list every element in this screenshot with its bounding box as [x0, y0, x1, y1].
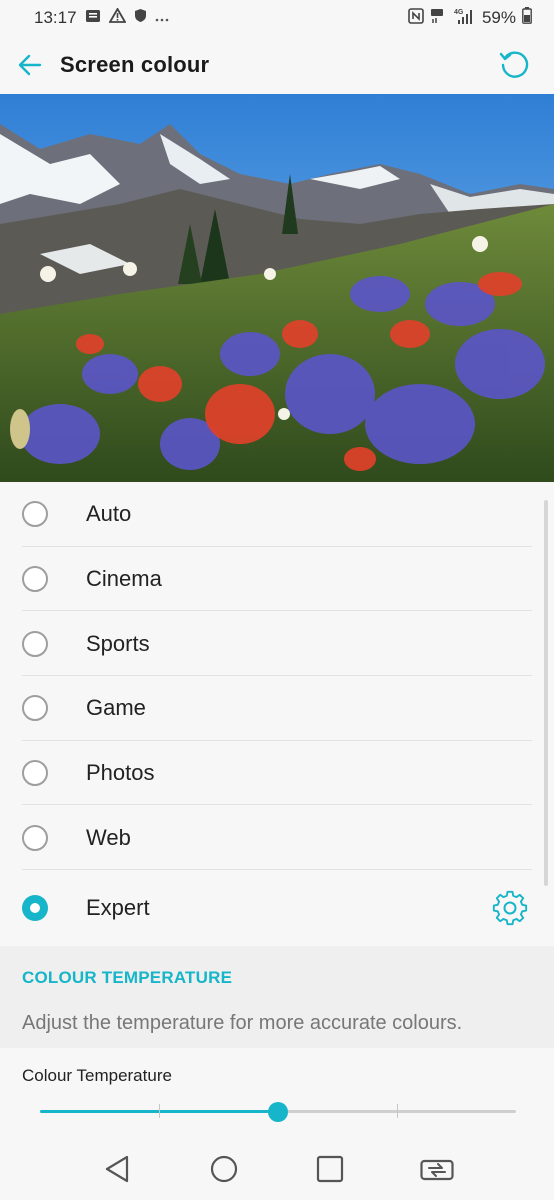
option-web[interactable]: Web: [0, 805, 554, 871]
triangle-back-icon: [106, 1155, 129, 1183]
radio-button-selected[interactable]: [22, 895, 48, 922]
radio-button[interactable]: [22, 760, 48, 787]
option-sports[interactable]: Sports: [0, 611, 554, 677]
nfc-icon: [408, 7, 424, 29]
option-label: Photos: [86, 760, 155, 786]
option-cinema[interactable]: Cinema: [0, 547, 554, 612]
back-button[interactable]: [0, 36, 60, 94]
status-time: 13:17: [34, 8, 77, 27]
screen-colour-options: Auto Cinema Sports Game Photos Web Exper…: [0, 482, 554, 946]
radio-button[interactable]: [22, 695, 48, 722]
radio-button[interactable]: [22, 824, 48, 851]
message-notification-icon: [85, 8, 101, 28]
svg-text:4G: 4G: [454, 9, 464, 16]
nav-dual-window-button[interactable]: [415, 1147, 459, 1191]
reset-button[interactable]: [498, 48, 532, 82]
colour-temperature-label: Colour Temperature: [22, 1066, 172, 1085]
shield-icon: [134, 8, 147, 28]
option-expert[interactable]: Expert: [0, 870, 554, 946]
slider-tick: [397, 1104, 398, 1118]
preview-image: [0, 94, 554, 482]
volte-icon: [430, 8, 448, 29]
dual-window-icon: [420, 1159, 454, 1181]
navigation-bar: [0, 1138, 554, 1200]
app-bar: Screen colour: [0, 36, 554, 94]
section-description: Adjust the temperature for more accurate…: [22, 1012, 463, 1034]
option-label: Expert: [86, 895, 150, 921]
scrollbar[interactable]: [544, 500, 548, 886]
battery-percentage: 59%: [481, 8, 516, 27]
expert-settings-button[interactable]: [492, 890, 528, 926]
battery-icon: [522, 7, 532, 29]
page-title: Screen colour: [60, 52, 210, 77]
slider-thumb[interactable]: [268, 1102, 288, 1122]
radio-button[interactable]: [22, 501, 48, 528]
nav-back-button[interactable]: [95, 1147, 139, 1191]
nav-home-button[interactable]: [202, 1147, 246, 1191]
option-game[interactable]: Game: [0, 676, 554, 741]
option-label: Cinema: [86, 566, 162, 592]
reset-icon: [499, 51, 529, 78]
warning-icon: [107, 7, 127, 28]
option-auto[interactable]: Auto: [0, 482, 554, 547]
nav-recents-button[interactable]: [308, 1147, 352, 1191]
option-label: Web: [86, 824, 131, 850]
section-header: COLOUR TEMPERATURE: [22, 968, 233, 987]
option-label: Game: [86, 695, 146, 721]
option-label: Auto: [86, 501, 132, 527]
colour-temperature-slider[interactable]: [40, 1100, 516, 1124]
option-label: Sports: [86, 630, 150, 656]
gear-icon: [492, 890, 528, 926]
more-notifications-icon: [155, 8, 169, 28]
square-recents-icon: [317, 1155, 344, 1183]
status-bar: 13:17 4G 59%: [0, 0, 554, 36]
option-photos[interactable]: Photos: [0, 741, 554, 806]
radio-button[interactable]: [22, 566, 48, 593]
circle-home-icon: [210, 1155, 237, 1183]
arrow-left-icon: [18, 54, 42, 76]
signal-icon: 4G: [454, 7, 476, 30]
slider-tick: [159, 1104, 160, 1118]
radio-button[interactable]: [22, 630, 48, 657]
colour-temperature-section: COLOUR TEMPERATURE Adjust the temperatur…: [0, 946, 554, 1048]
